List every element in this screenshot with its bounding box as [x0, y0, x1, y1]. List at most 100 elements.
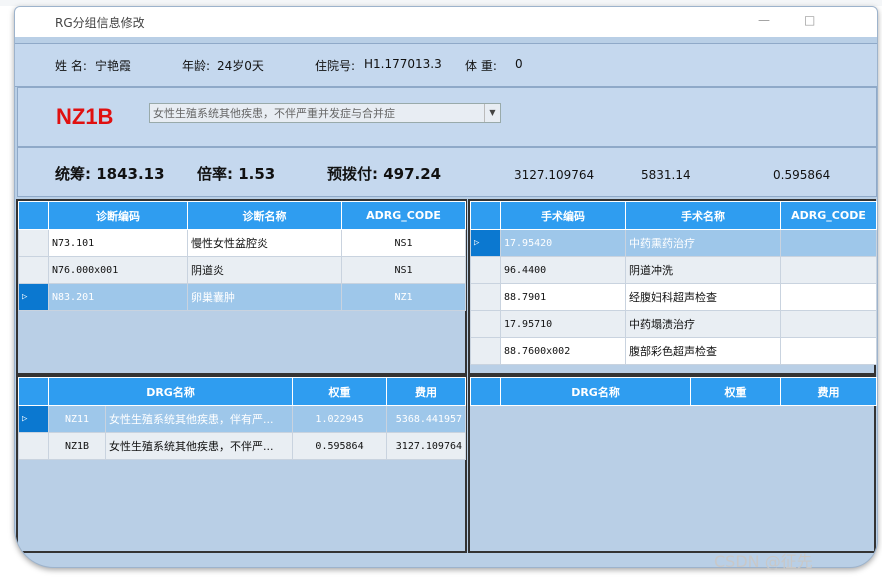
table-row[interactable]: N73.101 慢性女性盆腔炎 NS1: [18, 229, 466, 257]
diagnosis-panel: 诊断编码 诊断名称 ADRG_CODE N73.101 慢性女性盆腔炎 NS1 …: [16, 199, 467, 375]
diag-code-header[interactable]: 诊断编码: [48, 201, 188, 230]
weight-label: 体 重:: [465, 59, 497, 73]
drg-name-cell[interactable]: 女性生殖系统其他疾患，不伴严...: [104, 432, 294, 460]
diag-adrg-header[interactable]: ADRG_CODE: [341, 201, 466, 230]
row-header[interactable]: [18, 256, 49, 284]
drg-selection-bar: NZ1B 女性生殖系统其他疾患，不伴严重并发症与合并症 ▼: [17, 87, 877, 147]
diag-code[interactable]: N83.201: [48, 283, 188, 311]
surg-adrg[interactable]: [780, 229, 877, 257]
surg-adrg-header[interactable]: ADRG_CODE: [780, 201, 877, 230]
row-header[interactable]: [470, 283, 501, 311]
surg-code-header[interactable]: 手术编码: [500, 201, 626, 230]
current-row-marker-icon[interactable]: ▷: [470, 229, 501, 257]
table-row[interactable]: NZ1B 女性生殖系统其他疾患，不伴严... 0.595864 3127.109…: [18, 432, 467, 460]
surg-code[interactable]: 88.7901: [500, 283, 626, 311]
diag-name[interactable]: 阴道炎: [187, 256, 342, 284]
table-row[interactable]: 88.7901 经腹妇科超声检查: [470, 283, 877, 311]
table-row[interactable]: 88.7600x002 腹部彩色超声检查: [470, 337, 877, 365]
diagnosis-table: 诊断编码 诊断名称 ADRG_CODE N73.101 慢性女性盆腔炎 NS1 …: [18, 201, 466, 311]
watermark: CSDN @征先: [714, 552, 813, 571]
table-row-selected[interactable]: ▷ NZ11 女性生殖系统其他疾患，伴有严... 1.022945 5368.4…: [18, 405, 467, 433]
admission-number: H1.177013.3: [364, 57, 442, 71]
diag-code[interactable]: N76.000x001: [48, 256, 188, 284]
row-header-cell: [18, 377, 49, 406]
diag-code[interactable]: N73.101: [48, 229, 188, 257]
surg-code[interactable]: 17.95420: [500, 229, 626, 257]
patient-weight: 0: [515, 57, 523, 71]
surg-code[interactable]: 96.4400: [500, 256, 626, 284]
surg-adrg[interactable]: [780, 283, 877, 311]
row-header-cell: [470, 201, 501, 230]
surg-code[interactable]: 88.7600x002: [500, 337, 626, 365]
surgery-panel: 手术编码 手术名称 ADRG_CODE ▷ 17.95420 中药熏药治疗 96…: [468, 199, 877, 375]
table-row-selected[interactable]: ▷ 17.95420 中药熏药治疗: [470, 229, 877, 257]
table-row[interactable]: 96.4400 阴道冲洗: [470, 256, 877, 284]
row-header-cell: [18, 201, 49, 230]
row-header[interactable]: [470, 337, 501, 365]
row-header[interactable]: [18, 432, 49, 460]
row-header[interactable]: [470, 256, 501, 284]
admission-label: 住院号:: [315, 59, 356, 73]
prepay-amount: 预拨付: 497.24: [327, 165, 442, 183]
drg-weight-cell[interactable]: 1.022945: [292, 405, 388, 433]
surgery-table: 手术编码 手术名称 ADRG_CODE ▷ 17.95420 中药熏药治疗 96…: [470, 201, 877, 365]
drg-code: NZ1B: [56, 104, 114, 129]
drg-edit-window: RG分组信息修改 — □ 姓 名: 宁艳霞 年龄: 24岁0天 住院号: H1.…: [14, 6, 878, 568]
surg-name[interactable]: 中药熏药治疗: [625, 229, 781, 257]
patient-info-bar: 姓 名: 宁艳霞 年龄: 24岁0天 住院号: H1.177013.3 体 重:…: [15, 43, 877, 87]
drg-name-header[interactable]: DRG名称: [47, 377, 294, 406]
name-label: 姓 名:: [55, 59, 87, 73]
drg-candidates-table: DRG名称 权重 费用 ▷ NZ11 女性生殖系统其他疾患，伴有严... 1.0…: [18, 377, 467, 460]
maximize-button[interactable]: □: [804, 13, 815, 27]
table-row[interactable]: N76.000x001 阴道炎 NS1: [18, 256, 466, 284]
surg-name-header[interactable]: 手术名称: [625, 201, 781, 230]
drg-cost-header-2[interactable]: 费用: [780, 377, 877, 406]
surg-name[interactable]: 经腹妇科超声检查: [625, 283, 781, 311]
title-bar: RG分组信息修改 — □: [15, 7, 877, 37]
current-row-marker-icon[interactable]: ▷: [18, 405, 49, 433]
age-label: 年龄:: [182, 59, 211, 73]
diag-name[interactable]: 卵巢囊肿: [187, 283, 342, 311]
table-row-selected[interactable]: ▷ N83.201 卵巢囊肿 NZ1: [18, 283, 466, 311]
drg-weight-header-2[interactable]: 权重: [690, 377, 782, 406]
surg-adrg[interactable]: [780, 256, 877, 284]
patient-name: 宁艳霞: [95, 59, 132, 73]
drg-select-value: 女性生殖系统其他疾患，不伴严重并发症与合并症: [153, 107, 395, 120]
row-header[interactable]: [470, 310, 501, 338]
window-title: RG分组信息修改: [55, 16, 145, 30]
drg-cost-header[interactable]: 费用: [386, 377, 467, 406]
surg-name[interactable]: 阴道冲洗: [625, 256, 781, 284]
drg-weight-header[interactable]: 权重: [292, 377, 388, 406]
drg-name-cell[interactable]: 女性生殖系统其他疾患，伴有严...: [104, 405, 294, 433]
drg-candidates-table-2: DRG名称 权重 费用: [470, 377, 877, 406]
current-row-marker-icon[interactable]: ▷: [18, 283, 49, 311]
drg-code-cell[interactable]: NZ11: [48, 405, 106, 433]
diag-name-header[interactable]: 诊断名称: [187, 201, 342, 230]
surg-code[interactable]: 17.95710: [500, 310, 626, 338]
payment-summary-bar: 统筹: 1843.13 倍率: 1.53 预拨付: 497.24 3127.10…: [17, 147, 877, 197]
surg-adrg[interactable]: [780, 310, 877, 338]
row-header-cell: [470, 377, 501, 406]
diag-adrg[interactable]: NS1: [341, 256, 466, 284]
drg-weight-cell[interactable]: 0.595864: [292, 432, 388, 460]
drg-cost-cell[interactable]: 3127.109764: [386, 432, 467, 460]
summary-value-1: 3127.109764: [514, 168, 595, 182]
minimize-button[interactable]: —: [758, 13, 770, 27]
summary-value-2: 5831.14: [641, 168, 691, 182]
patient-age: 24岁0天: [217, 59, 264, 73]
row-header[interactable]: [18, 229, 49, 257]
table-row[interactable]: 17.95710 中药塌渍治疗: [470, 310, 877, 338]
pool-amount: 统筹: 1843.13: [55, 165, 165, 183]
drg-name-header-2[interactable]: DRG名称: [499, 377, 692, 406]
diag-adrg[interactable]: NZ1: [341, 283, 466, 311]
drg-code-cell[interactable]: NZ1B: [48, 432, 106, 460]
surg-adrg[interactable]: [780, 337, 877, 365]
surg-name[interactable]: 腹部彩色超声检查: [625, 337, 781, 365]
drg-cost-cell[interactable]: 5368.441957: [386, 405, 467, 433]
drg-candidates-panel: DRG名称 权重 费用 ▷ NZ11 女性生殖系统其他疾患，伴有严... 1.0…: [16, 375, 467, 553]
diag-name[interactable]: 慢性女性盆腔炎: [187, 229, 342, 257]
dropdown-arrow-icon[interactable]: ▼: [484, 104, 500, 122]
diag-adrg[interactable]: NS1: [341, 229, 466, 257]
surg-name[interactable]: 中药塌渍治疗: [625, 310, 781, 338]
drg-select[interactable]: 女性生殖系统其他疾患，不伴严重并发症与合并症 ▼: [149, 103, 501, 123]
